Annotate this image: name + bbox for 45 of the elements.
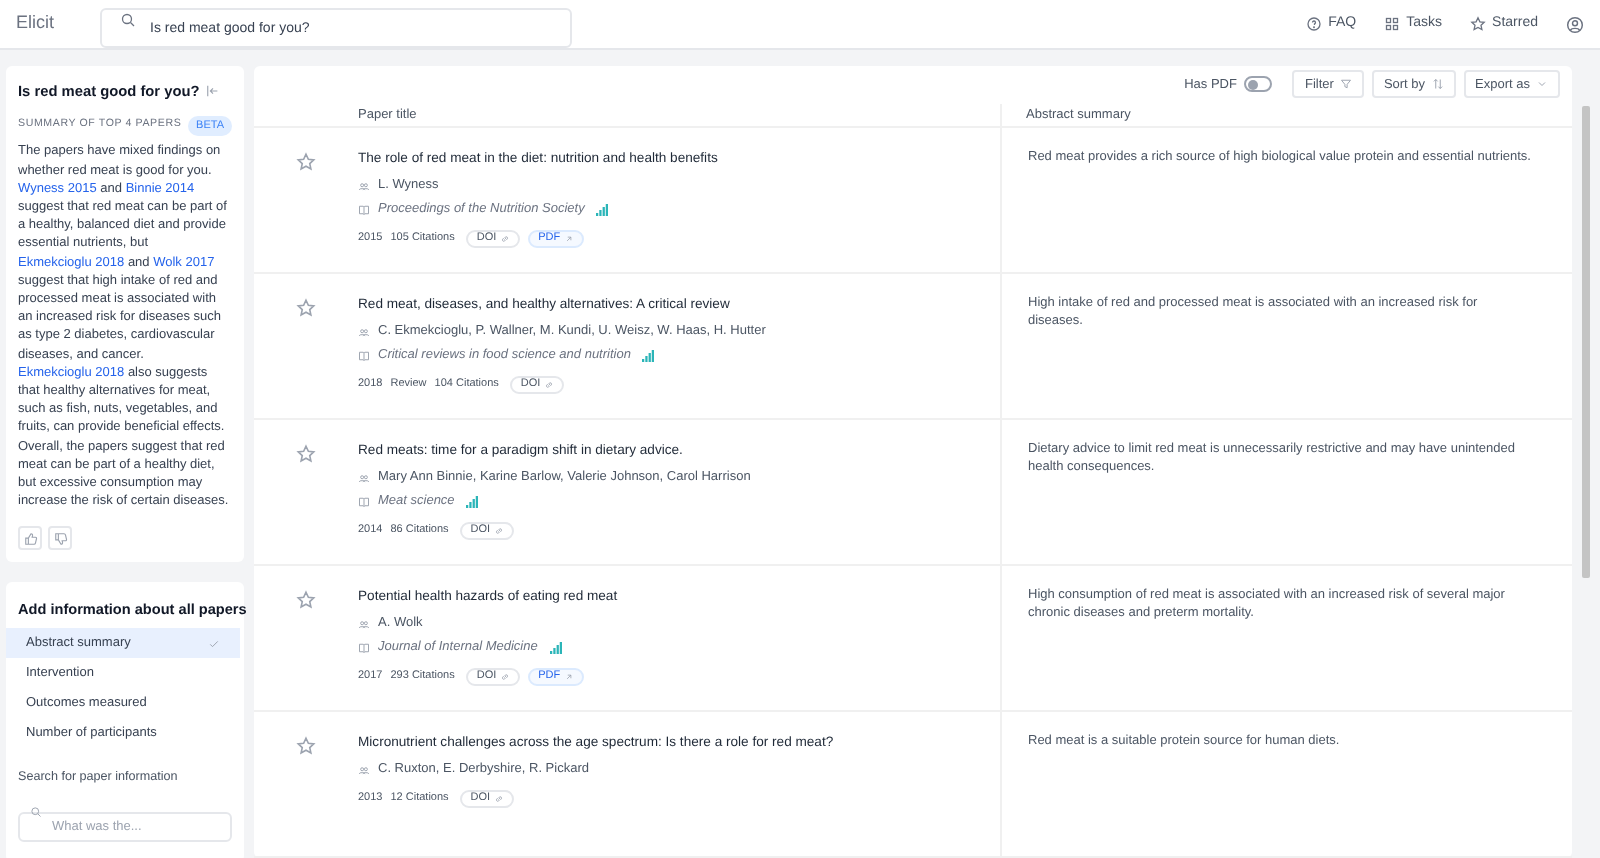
people-icon <box>358 325 370 337</box>
star-icon <box>1470 16 1487 32</box>
link-icon <box>500 234 511 244</box>
sort-icon <box>1431 78 1444 91</box>
book-icon <box>358 349 370 361</box>
star-icon <box>296 152 316 172</box>
people-icon <box>358 617 370 629</box>
thumbs-up-icon <box>23 531 37 546</box>
app-logo[interactable]: Elicit <box>16 10 96 38</box>
account-button[interactable] <box>1566 15 1584 33</box>
external-link-icon <box>564 234 575 244</box>
filter-icon <box>1339 78 1352 91</box>
star-icon <box>296 590 316 610</box>
signal-bars-icon <box>642 349 655 361</box>
link-icon <box>500 672 511 682</box>
collapse-icon <box>205 84 220 99</box>
scrollbar-thumb[interactable] <box>1582 106 1590 578</box>
thumbs-down-icon <box>53 531 67 546</box>
people-icon <box>358 763 370 775</box>
thumbs-down-button[interactable] <box>48 526 72 551</box>
book-icon <box>358 641 370 653</box>
caret-icon <box>1536 78 1548 91</box>
help-icon <box>1306 16 1323 32</box>
signal-bars-icon <box>466 495 479 507</box>
grid-icon <box>1384 16 1401 32</box>
star-icon <box>296 736 316 756</box>
thumbs-up-button[interactable] <box>18 526 42 551</box>
signal-bars-icon <box>596 203 609 215</box>
book-icon <box>358 495 370 507</box>
search-icon <box>120 11 136 28</box>
collapse-button[interactable] <box>205 84 220 99</box>
link-icon <box>494 526 505 536</box>
search-icon <box>30 806 42 819</box>
external-link-icon <box>564 672 575 682</box>
check-icon <box>208 637 220 650</box>
people-icon <box>358 471 370 483</box>
signal-bars-icon <box>549 641 562 653</box>
link-icon <box>494 794 505 804</box>
has-pdf-toggle[interactable] <box>1244 76 1273 93</box>
link-icon <box>544 380 555 390</box>
star-icon <box>296 298 316 318</box>
book-icon <box>358 203 370 215</box>
user-icon <box>1566 15 1584 33</box>
star-icon <box>296 444 316 464</box>
people-icon <box>358 179 370 191</box>
